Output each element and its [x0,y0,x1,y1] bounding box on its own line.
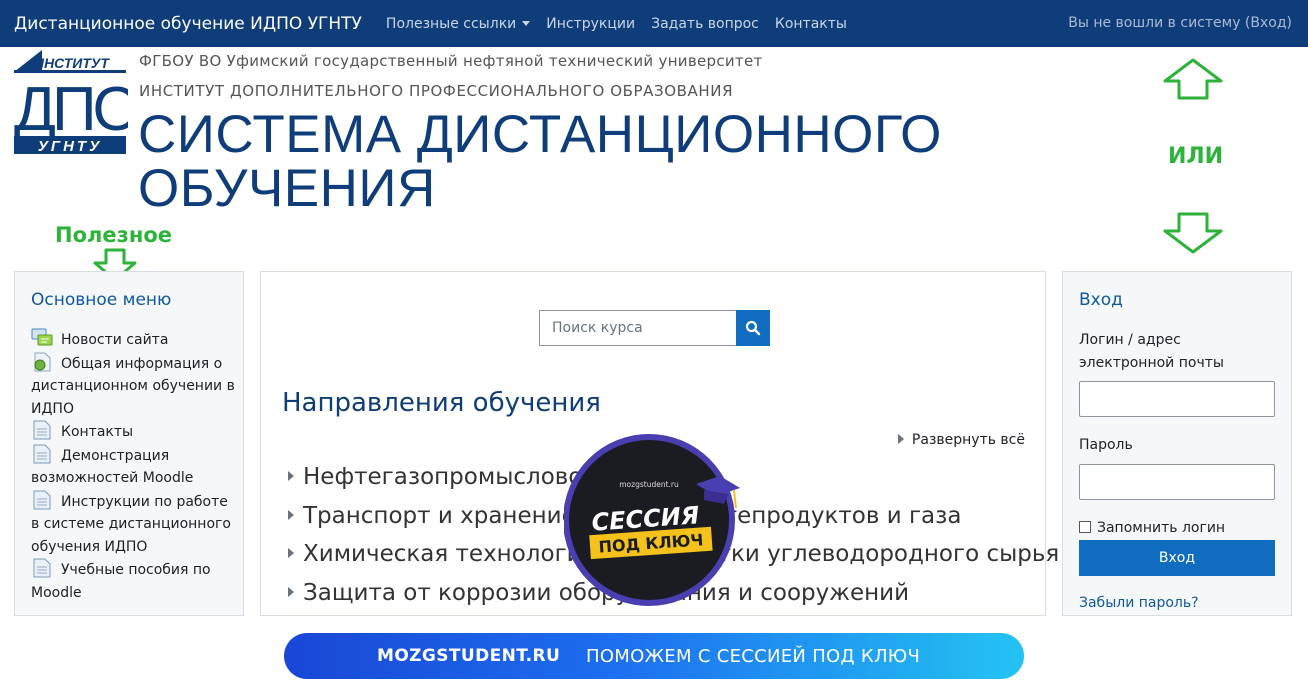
username-field[interactable] [1079,381,1275,417]
menu-item-moodle-manuals[interactable]: Учебные пособия по Moodle [31,558,235,604]
url-icon [34,352,51,371]
page-icon [33,444,51,463]
banner-site-text: MOZGSTUDENT.RU [377,646,561,666]
menu-item-contacts[interactable]: Контакты [31,420,235,444]
logo-main-text: ДПО [14,75,128,144]
menu-item-general-info[interactable]: Общая информация о дистанционном обучени… [31,352,235,421]
main-menu-block: Основное меню Новости сайта Общая информ… [14,271,244,616]
main-menu-list: Новости сайта Общая информация о дистанц… [31,328,235,604]
chevron-right-icon [288,509,294,520]
arrow-up-icon [1163,58,1223,100]
remember-login[interactable]: Запомнить логин [1079,520,1225,536]
chevron-down-icon [522,21,531,26]
login-block: Вход Логин / адрес электронной почты Пар… [1062,271,1292,616]
remember-label: Запомнить логин [1097,520,1226,536]
expand-all-label: Развернуть всё [911,432,1025,448]
course-search-form [539,310,770,346]
search-icon [745,320,761,336]
page-title: СИСТЕМА ДИСТАНЦИОННОГО ОБУЧЕНИЯ [138,108,942,216]
page-title-line1: СИСТЕМА ДИСТАНЦИОННОГО [138,105,942,164]
forgot-password-link[interactable]: Забыли пароль? [1079,595,1199,611]
banner-slogan-text: ПОМОЖЕМ С СЕССИЕЙ ПОД КЛЮЧ [586,646,921,667]
directions-heading: Направления обучения [282,388,601,418]
menu-item-instructions[interactable]: Инструкции по работе в системе дистанцио… [31,490,235,559]
chevron-right-icon [897,434,904,444]
arrow-down-icon [1163,212,1223,254]
university-name: ФГБОУ ВО Уфимский государственный нефтян… [139,52,763,70]
menu-item-news-label: Новости сайта [61,332,169,348]
institute-name: ИНСТИТУТ ДОПОЛНИТЕЛЬНОГО ПРОФЕССИОНАЛЬНО… [139,82,734,100]
ad-badge[interactable]: mozgstudent.ru СЕССИЯ ПОД КЛЮЧ [564,432,746,608]
site-brand[interactable]: Дистанционное обучение ИДПО УГНТУ [14,14,362,34]
page-icon [33,558,51,578]
main-menu-title: Основное меню [31,290,172,310]
annotation-or: ИЛИ [1168,144,1224,169]
menu-item-instructions-label: Инструкции по работе в системе дистанцио… [31,493,231,555]
menu-item-moodle-manuals-label: Учебные пособия по Moodle [31,562,211,601]
course-search-button[interactable] [736,310,770,346]
expand-all-link[interactable]: Развернуть всё [897,432,1025,448]
menu-item-moodle-demo-label: Демонстрация возможностей Moodle [31,447,194,487]
top-navbar: Дистанционное обучение ИДПО УГНТУ Полезн… [0,0,1308,47]
menu-item-contacts-label: Контакты [61,424,134,440]
menu-item-news[interactable]: Новости сайта [31,328,235,352]
forum-icon [31,328,53,346]
login-status-link[interactable]: Вы не вошли в систему (Вход) [1068,15,1292,31]
logo-top-text: ИНСТИТУТ [34,55,110,71]
course-search-input[interactable] [539,310,736,346]
chevron-right-icon [288,471,294,481]
menu-item-moodle-demo[interactable]: Демонстрация возможностей Moodle [31,444,235,490]
nav-ask-question[interactable]: Задать вопрос [651,16,759,32]
annotation-useful: Полезное [55,223,173,247]
chevron-right-icon [288,548,294,558]
nav-instructions[interactable]: Инструкции [546,16,635,32]
login-button[interactable]: Вход [1079,540,1275,576]
nav-useful-links-label: Полезные ссылки [385,15,517,32]
page-icon [33,420,51,440]
password-field[interactable] [1079,464,1275,500]
page-title-line2: ОБУЧЕНИЯ [138,159,436,218]
login-title: Вход [1079,290,1123,310]
page-icon [33,490,51,509]
institute-logo: ИНСТИТУТ ДПО УГНТУ [14,50,128,155]
menu-item-general-info-label: Общая информация о дистанционном обучени… [31,355,235,417]
badge-site-text: mozgstudent.ru [619,480,679,489]
nav-useful-links[interactable]: Полезные ссылки [385,15,531,32]
password-label: Пароль [1079,437,1133,453]
nav-contacts[interactable]: Контакты [775,16,847,32]
logo-bottom-text: УГНТУ [38,138,103,155]
ad-banner[interactable]: MOZGSTUDENT.RU ПОМОЖЕМ С СЕССИЕЙ ПОД КЛЮ… [284,633,1024,679]
remember-checkbox[interactable] [1079,521,1091,533]
username-label: Логин / адрес электронной почты [1079,332,1224,371]
chevron-right-icon [288,586,294,597]
